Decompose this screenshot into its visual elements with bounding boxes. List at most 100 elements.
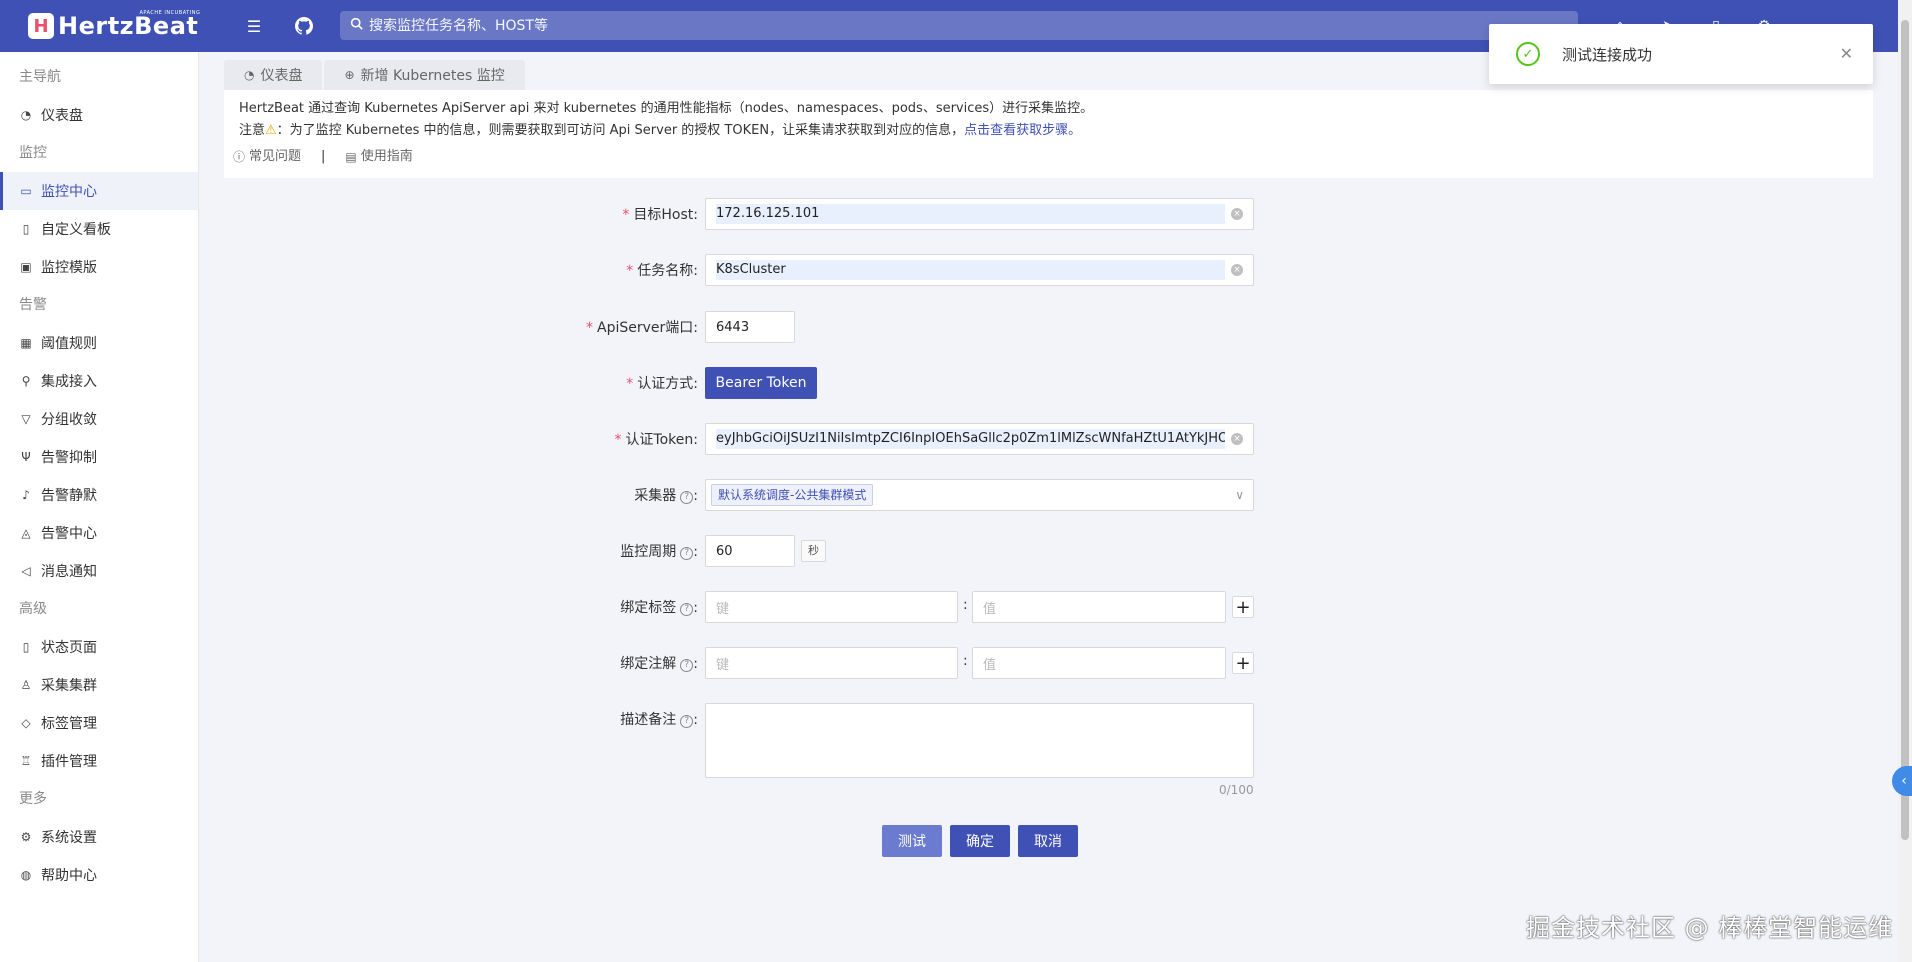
help-circle-icon[interactable]: ? — [680, 547, 694, 560]
sidebar-item-group-converge[interactable]: ▽ 分组收敛 — [0, 400, 198, 438]
monitor-icon: ▭ — [20, 184, 32, 198]
help-circle-icon[interactable]: ? — [680, 659, 694, 672]
interval-label: 监控周期 — [620, 544, 677, 560]
brand-sub: APACHE INCUBATING — [139, 10, 201, 16]
nav-group-title: 主导航 — [19, 69, 61, 85]
clear-icon[interactable]: × — [1231, 433, 1243, 445]
sidebar-item-system-settings[interactable]: ⚙ 系统设置 — [0, 818, 198, 856]
watermark: 掘金技术社区 @ 棒棒堂智能运维 — [1526, 914, 1894, 942]
add-annotation-button[interactable]: + — [1232, 652, 1254, 674]
sidebar-item-dashboard[interactable]: ◔ 仪表盘 — [0, 96, 198, 134]
sidebar-item-inhibit[interactable]: Ψ 告警抑制 — [0, 438, 198, 476]
divider: | — [321, 149, 326, 164]
clear-icon[interactable]: × — [1231, 264, 1243, 276]
confirm-button[interactable]: 确定 — [950, 825, 1010, 857]
intro-line-2: ：为了监控 Kubernetes 中的信息，则需要获取到可访问 Api Serv… — [276, 123, 965, 138]
help-icon: ◍ — [20, 868, 32, 882]
sidebar-item-status-page[interactable]: ▯ 状态页面 — [0, 628, 198, 666]
sidebar-item-custom-board[interactable]: ▯ 自定义看板 — [0, 210, 198, 248]
sidebar-item-threshold[interactable]: ▦ 阈值规则 — [0, 324, 198, 362]
scrollbar-thumb[interactable] — [1901, 20, 1909, 840]
sidebar-item-collector-cluster[interactable]: ♙ 采集集群 — [0, 666, 198, 704]
cluster-icon: ♙ — [20, 678, 32, 692]
auth-bearer-token-button[interactable]: Bearer Token — [705, 367, 817, 399]
sidebar-item-notice[interactable]: ◁ 消息通知 — [0, 552, 198, 590]
board-icon: ▯ — [22, 222, 30, 236]
menu-toggle-icon[interactable]: ☰ — [244, 16, 264, 36]
interval-input[interactable]: 60 — [705, 535, 795, 567]
help-circle-icon[interactable]: ? — [680, 491, 694, 504]
annotation-key-input[interactable]: 键 — [705, 647, 958, 679]
clear-icon[interactable]: × — [1231, 208, 1243, 220]
toast-message: 测试连接成功 — [1562, 45, 1653, 64]
label-value-input[interactable]: 值 — [972, 591, 1226, 623]
sidebar-item-silence[interactable]: ♪ 告警静默 — [0, 476, 198, 514]
global-search[interactable] — [340, 11, 1578, 40]
search-input[interactable] — [369, 17, 1269, 34]
tab-bar: ◔ 仪表盘 ⊕ 新增 Kubernetes 监控 — [224, 60, 527, 90]
filter-icon: ▽ — [21, 412, 31, 426]
interval-unit: 秒 — [801, 540, 826, 562]
tab-new-kubernetes-monitor[interactable]: ⊕ 新增 Kubernetes 监控 — [324, 60, 525, 90]
inhibit-icon: Ψ — [21, 450, 31, 464]
sidebar-item-integration[interactable]: ⚲ 集成接入 — [0, 362, 198, 400]
sidebar-item-tag-manage[interactable]: ◇ 标签管理 — [0, 704, 198, 742]
add-label-button[interactable]: + — [1232, 596, 1254, 618]
github-icon[interactable] — [294, 16, 314, 36]
close-icon[interactable]: ✕ — [1840, 44, 1853, 63]
sidebar-item-plugin-manage[interactable]: ♖ 插件管理 — [0, 742, 198, 780]
sidebar: 主导航 ◔ 仪表盘 监控 ▭ 监控中心 ▯ 自定义看板 ▣ 监控模版 告警 ▦ 阈值规则 … — [0, 52, 199, 962]
settings-icon: ⚙ — [20, 830, 32, 844]
task-name-label: 任务名称 — [637, 263, 694, 279]
status-icon: ▯ — [22, 640, 30, 654]
sidebar-item-monitor-center[interactable]: ▭ 监控中心 — [0, 172, 198, 210]
annotation-value-input[interactable]: 值 — [972, 647, 1226, 679]
faq-link[interactable]: 常见问题 — [249, 146, 301, 168]
sidebar-item-alarm-center[interactable]: ◬ 告警中心 — [0, 514, 198, 552]
help-circle-icon[interactable]: ? — [680, 603, 694, 616]
guide-icon: ▤ — [345, 150, 357, 164]
label-key-input[interactable]: 键 — [705, 591, 958, 623]
question-icon: ⓘ — [233, 150, 246, 164]
nav-group-title: 高级 — [19, 601, 47, 617]
alarm-icon: ◬ — [21, 526, 31, 540]
silence-icon: ♪ — [22, 488, 30, 502]
success-toast: ✓ 测试连接成功 ✕ — [1489, 24, 1873, 84]
dashboard-icon: ◔ — [244, 68, 255, 82]
nav-group-title: 监控 — [19, 145, 47, 161]
steps-link[interactable]: 点击查看获取步骤。 — [964, 123, 1081, 138]
nav-group-title: 告警 — [19, 297, 47, 313]
token-label: 认证Token — [625, 432, 694, 448]
plugin-icon: ♖ — [20, 754, 32, 768]
plus-circle-icon: ⊕ — [344, 68, 355, 82]
test-button[interactable]: 测试 — [882, 825, 942, 857]
annotations-label: 绑定注解 — [620, 656, 677, 672]
dashboard-icon: ◔ — [20, 108, 32, 122]
help-circle-icon[interactable]: ? — [680, 715, 694, 728]
plus-icon: + — [1235, 596, 1251, 618]
port-label: ApiServer端口 — [597, 320, 694, 336]
collector-label: 采集器 — [634, 488, 677, 504]
token-input[interactable]: eyJhbGciOiJSUzI1NiIsImtpZCI6InpIOEhSaGll… — [705, 423, 1254, 455]
brand-name: HertzBeat — [58, 12, 199, 40]
logo[interactable]: H HertzBeat APACHE INCUBATING — [28, 10, 208, 40]
collector-tag[interactable]: 默认系统调度-公共集群模式 — [711, 484, 874, 506]
guide-link[interactable]: 使用指南 — [361, 146, 413, 168]
nav-group-title: 更多 — [19, 791, 47, 807]
plus-icon: + — [1235, 652, 1251, 674]
task-name-input[interactable]: K8sCluster × — [705, 254, 1254, 286]
description-label: 描述备注 — [620, 712, 677, 728]
collector-select[interactable]: 默认系统调度-公共集群模式 ∨ — [705, 479, 1254, 511]
labels-label: 绑定标签 — [620, 600, 677, 616]
host-input[interactable]: 172.16.125.101 × — [705, 198, 1254, 230]
tab-dashboard[interactable]: ◔ 仪表盘 — [224, 60, 323, 90]
note-prefix: 注意 — [239, 123, 266, 138]
rule-icon: ▦ — [20, 336, 32, 350]
port-input[interactable]: 6443 — [705, 311, 795, 343]
chevron-down-icon: ∨ — [1235, 488, 1244, 502]
description-textarea[interactable] — [705, 703, 1254, 778]
cancel-button[interactable]: 取消 — [1018, 825, 1078, 857]
sidebar-item-help-center[interactable]: ◍ 帮助中心 — [0, 856, 198, 894]
description-counter: 0/100 — [1219, 783, 1254, 797]
sidebar-item-monitor-template[interactable]: ▣ 监控模版 — [0, 248, 198, 286]
